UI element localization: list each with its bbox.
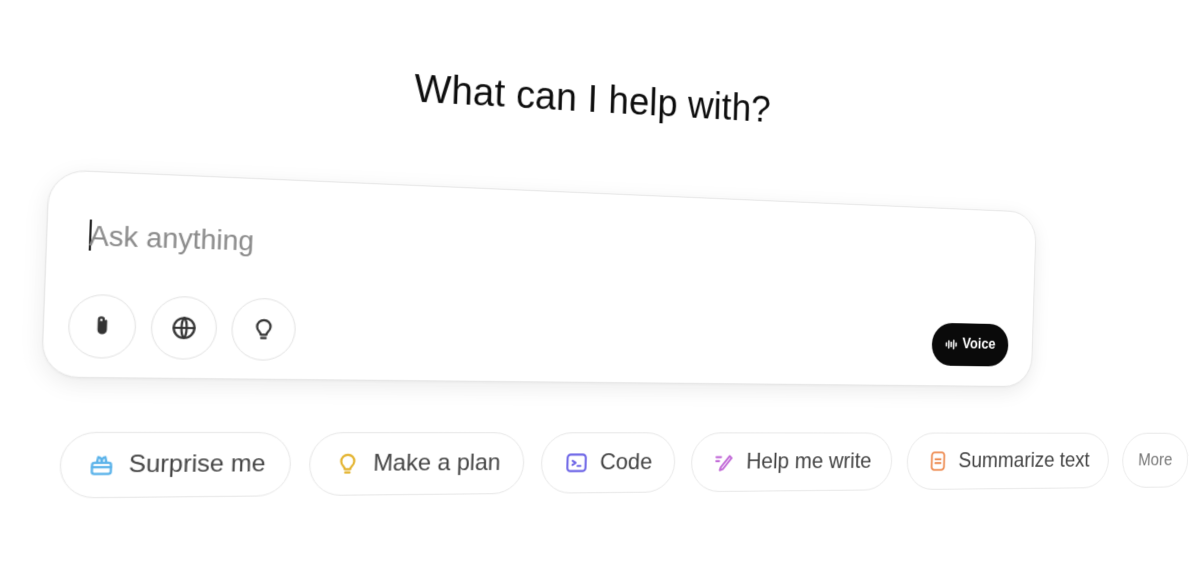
lightbulb-icon — [334, 451, 361, 477]
terminal-icon — [564, 450, 589, 475]
pen-icon — [713, 450, 737, 474]
suggestion-label: Summarize text — [958, 448, 1090, 473]
suggestion-make-a-plan[interactable]: Make a plan — [308, 432, 526, 497]
suggestion-help-me-write[interactable]: Help me write — [689, 432, 894, 493]
attach-button[interactable] — [67, 293, 138, 359]
suggestion-label: Surprise me — [128, 450, 267, 479]
main-view: What can I help with? Ask anything Voice… — [0, 0, 1189, 587]
globe-icon — [170, 314, 199, 341]
composer-tools — [67, 293, 297, 361]
gift-icon — [87, 452, 116, 479]
voice-button-label: Voice — [962, 336, 996, 353]
suggestion-label: Make a plan — [372, 449, 501, 477]
voice-button[interactable]: Voice — [930, 322, 1009, 367]
suggestion-label: More — [1137, 450, 1173, 470]
search-web-button[interactable] — [149, 295, 218, 360]
suggestion-more[interactable]: More — [1121, 432, 1189, 488]
waveform-icon — [943, 336, 958, 352]
suggestion-label: Code — [599, 449, 653, 476]
lightbulb-icon — [250, 316, 278, 343]
document-icon — [927, 450, 949, 473]
suggestion-chips: Surprise me Make a plan Code Help me wri… — [58, 431, 1189, 499]
suggestion-summarize-text[interactable]: Summarize text — [906, 432, 1110, 491]
suggestion-code[interactable]: Code — [540, 432, 676, 494]
composer: Voice — [40, 169, 1037, 388]
page: What can I help with? Ask anything Voice… — [0, 0, 1200, 587]
page-title: What can I help with? — [413, 67, 772, 131]
prompt-input[interactable] — [88, 215, 940, 282]
suggestion-label: Help me write — [745, 448, 872, 475]
paperclip-icon — [88, 313, 117, 340]
reason-button[interactable] — [230, 297, 297, 361]
suggestion-surprise-me[interactable]: Surprise me — [58, 431, 293, 499]
